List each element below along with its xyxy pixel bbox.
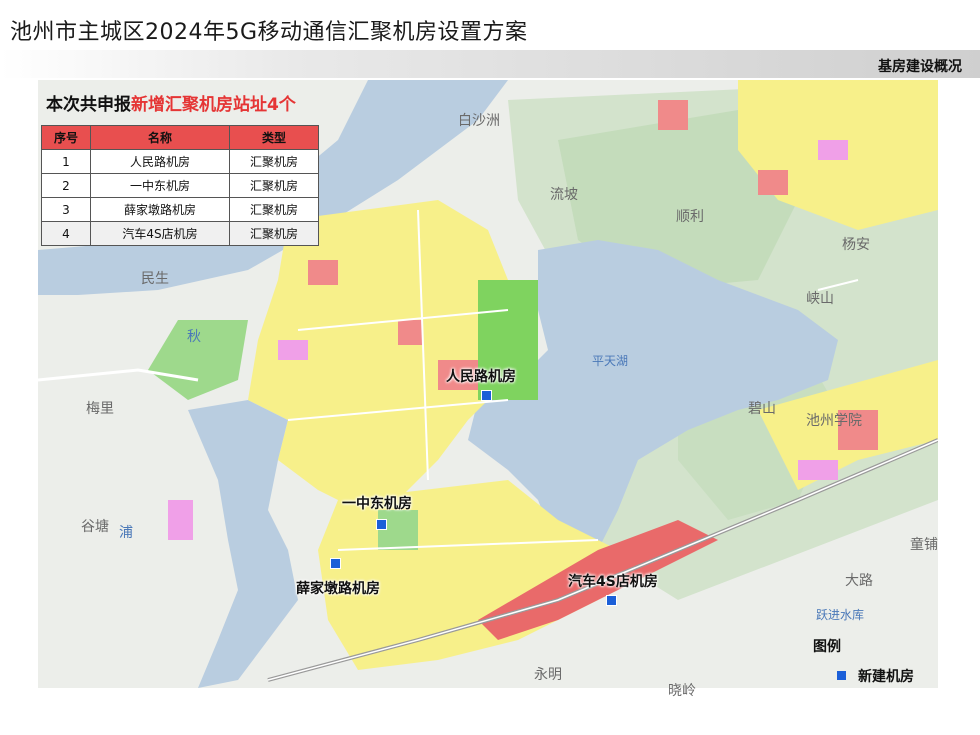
table-cell: 汇聚机房 — [229, 221, 319, 246]
table-cell: 汇聚机房 — [229, 149, 319, 174]
site-marker[interactable] — [376, 519, 387, 530]
table-cell: 1 — [41, 149, 91, 174]
place-label: 跃进水库 — [816, 608, 865, 622]
site-label: 汽车4S店机房 — [568, 574, 658, 590]
place-label: 梅里 — [86, 401, 114, 417]
table-row: 3 薛家墩路机房 汇聚机房 — [41, 197, 319, 222]
site-label: 薛家墩路机房 — [296, 581, 380, 597]
slide-title: 池州市主城区2024年5G移动通信汇聚机房设置方案 — [10, 20, 528, 45]
place-label: 浦 — [119, 525, 133, 541]
site-label: 一中东机房 — [342, 496, 412, 512]
place-label: 童铺 — [910, 537, 938, 553]
legend-title: 图例 — [813, 639, 841, 655]
table-cell: 人民路机房 — [90, 149, 230, 174]
headline: 本次共申报新增汇聚机房站址4个 — [46, 90, 296, 115]
table-cell: 一中东机房 — [90, 173, 230, 198]
table-cell: 3 — [41, 197, 91, 222]
table-row: 2 一中东机房 汇聚机房 — [41, 173, 319, 198]
place-label: 秋 — [187, 329, 201, 345]
section-bar — [0, 50, 980, 78]
table-row: 4 汽车4S店机房 汇聚机房 — [41, 221, 319, 246]
site-label: 人民路机房 — [446, 369, 516, 385]
place-label: 晓岭 — [668, 683, 696, 699]
place-label: 碧山 — [748, 401, 776, 417]
table-cell: 汽车4S店机房 — [90, 221, 230, 246]
headline-prefix: 本次共申报 — [46, 95, 131, 115]
place-label: 流坡 — [550, 187, 578, 203]
table-header-row: 序号 名称 类型 — [41, 125, 319, 150]
place-label: 白沙洲 — [458, 113, 500, 129]
place-label: 大路 — [845, 573, 873, 589]
place-label: 民生 — [141, 271, 169, 287]
table-cell: 2 — [41, 173, 91, 198]
section-label: 基房建设概况 — [878, 59, 962, 75]
place-label: 平天湖 — [592, 354, 629, 368]
column-header: 类型 — [229, 125, 319, 150]
table-row: 1 人民路机房 汇聚机房 — [41, 149, 319, 174]
legend-swatch — [837, 671, 846, 680]
column-header: 名称 — [90, 125, 230, 150]
table-cell: 4 — [41, 221, 91, 246]
place-label: 池州学院 — [806, 413, 862, 429]
legend-label: 新建机房 — [858, 669, 914, 685]
site-table: 序号 名称 类型 1 人民路机房 汇聚机房 2 一中东机房 汇聚机房 3 薛家墩… — [41, 125, 319, 246]
headline-highlight: 新增汇聚机房站址4个 — [131, 95, 296, 115]
table-cell: 薛家墩路机房 — [90, 197, 230, 222]
place-label: 谷塘 — [81, 519, 109, 535]
table-cell: 汇聚机房 — [229, 197, 319, 222]
site-marker[interactable] — [330, 558, 341, 569]
place-label: 杨安 — [842, 237, 870, 253]
place-label: 峡山 — [806, 291, 834, 307]
site-marker[interactable] — [481, 390, 492, 401]
column-header: 序号 — [41, 125, 91, 150]
place-label: 永明 — [534, 667, 562, 683]
table-cell: 汇聚机房 — [229, 173, 319, 198]
place-label: 顺利 — [676, 209, 704, 225]
site-marker[interactable] — [606, 595, 617, 606]
